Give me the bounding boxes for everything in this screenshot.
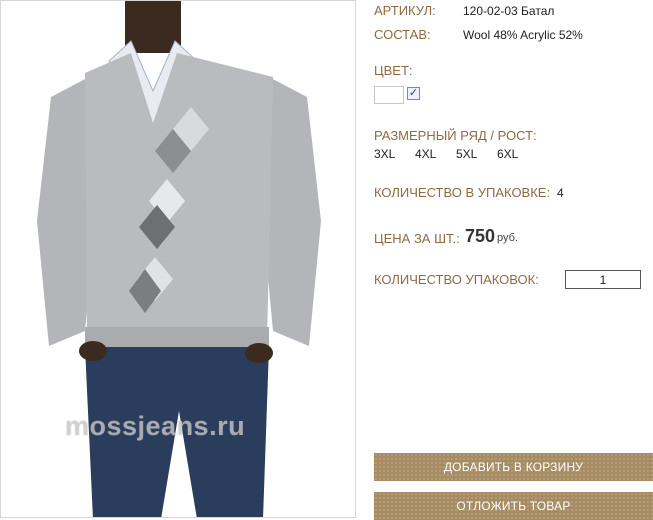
sizes-label: РАЗМЕРНЫЙ РЯД / РОСТ:: [374, 128, 537, 143]
color-label: ЦВЕТ:: [374, 63, 413, 78]
price-value: 750: [465, 226, 496, 246]
pack-quantity-value: 4: [557, 186, 564, 200]
color-swatch[interactable]: [374, 86, 404, 104]
size-item: 6XL: [497, 147, 519, 161]
sweater-hem: [85, 327, 269, 349]
packs-label: КОЛИЧЕСТВО УПАКОВОК:: [374, 272, 539, 287]
size-item: 4XL: [415, 147, 437, 161]
price-label: ЦЕНА ЗА ШТ.:: [374, 231, 460, 246]
model-face: [125, 1, 181, 53]
article-label: АРТИКУЛ:: [374, 3, 436, 18]
defer-item-button[interactable]: ОТЛОЖИТЬ ТОВАР: [374, 492, 653, 520]
composition-value: Wool 48% Acrylic 52%: [463, 28, 583, 42]
add-to-cart-button[interactable]: ДОБАВИТЬ В КОРЗИНУ: [374, 453, 653, 481]
price-currency: руб.: [497, 232, 518, 244]
left-hand: [79, 341, 107, 361]
color-checkbox[interactable]: ✓: [407, 87, 420, 100]
composition-label: СОСТАВ:: [374, 27, 431, 42]
product-photo[interactable]: mossjeans.ru: [0, 0, 356, 518]
packs-quantity-input[interactable]: [565, 270, 641, 289]
size-item: 3XL: [374, 147, 396, 161]
size-item: 5XL: [456, 147, 478, 161]
right-hand: [245, 343, 273, 363]
watermark: mossjeans.ru: [65, 411, 246, 441]
article-value: 120-02-03 Батал: [463, 4, 555, 18]
pack-quantity-label: КОЛИЧЕСТВО В УПАКОВКЕ:: [374, 185, 551, 200]
